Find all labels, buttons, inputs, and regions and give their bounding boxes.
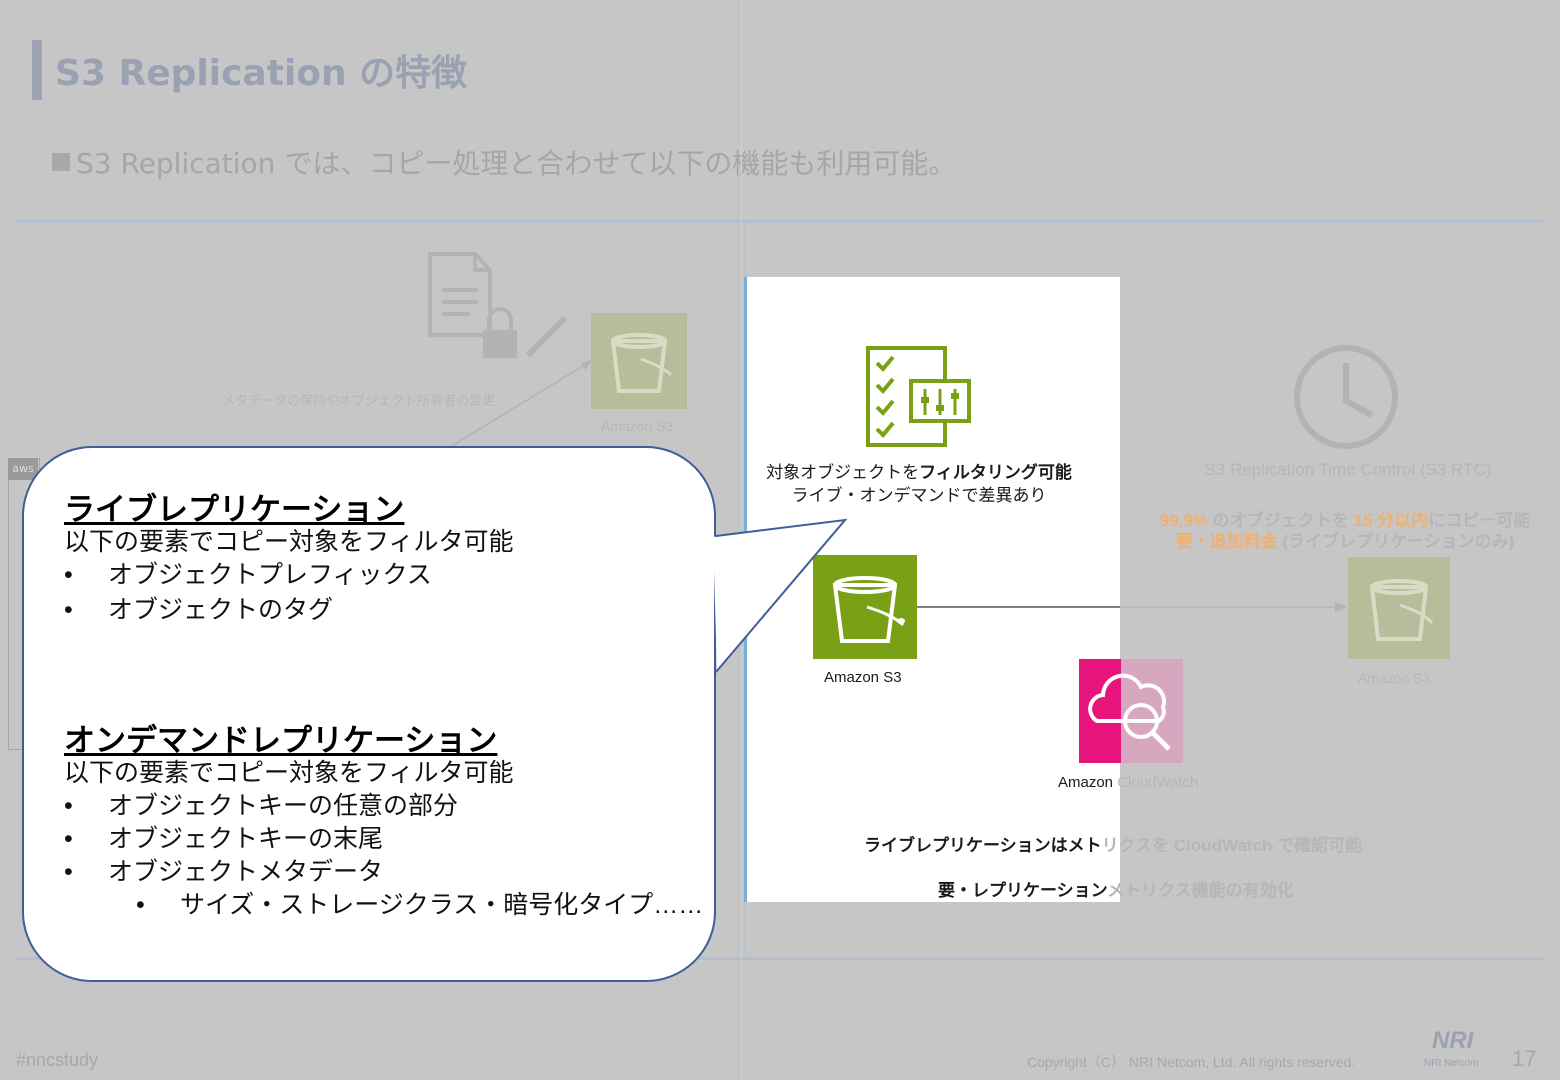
s3-label-destination: Amazon S3 (1358, 670, 1431, 686)
filter-line1: 対象オブジェクトをフィルタリング可能 (748, 458, 1090, 483)
rtc-line2: 要・追加料金 (ライブレプリケーションのみ) (1130, 527, 1560, 552)
rtc-fee: 要・追加料金 (1175, 532, 1278, 551)
cloudwatch-label-a: Amazon (1058, 774, 1118, 791)
nri-logo-sub: NRI Netcom (1424, 1058, 1479, 1069)
clock-icon (1294, 345, 1398, 449)
live-heading: ライブレプリケーション (64, 492, 405, 527)
ondemand-item: オブジェクトメタデータ (64, 856, 704, 889)
metrics-line-a: ライブレプリケーションはメト (864, 836, 1102, 855)
ondemand-item: オブジェクトキーの任意の部分 (64, 790, 704, 823)
top-divider (16, 220, 1544, 223)
connector-arrow (444, 360, 592, 451)
s3-bucket-icon-faded (591, 313, 687, 409)
metrics-line-b: リクスを CloudWatch で確認可能 (1101, 836, 1363, 855)
s3-bucket-icon-destination (1348, 557, 1450, 659)
live-item: オブジェクトのタグ (64, 594, 704, 627)
copyright: Copyright（C） NRI Netcom, Ltd. All rights… (1027, 1054, 1356, 1070)
ondemand-heading: オンデマンドレプリケーション (64, 723, 498, 758)
ondemand-item: オブジェクトキーの末尾 (64, 823, 704, 856)
subtitle: S3 Replication では、コピー処理と合わせて以下の機能も利用可能。 (52, 142, 956, 182)
live-item: オブジェクトプレフィックス (64, 559, 704, 592)
page-number: 17 (1512, 1046, 1537, 1071)
rtc-title: S3 Replication Time Control (S3 RTC) (1204, 460, 1492, 479)
filter-line2: ライブ・オンデマンドで差異あり (791, 486, 1047, 505)
square-bullet-icon (52, 153, 70, 171)
metrics-line: ライブレプリケーションはメトリクスを CloudWatch で確認可能 (864, 831, 1362, 856)
subtitle-text: S3 Replication では、コピー処理と合わせて以下の機能も利用可能。 (76, 147, 957, 180)
rtc-line2-end: (ライブレプリケーションのみ) (1277, 532, 1515, 551)
s3-label-faded: Amazon S3 (601, 418, 674, 434)
replication-arrow (917, 602, 1347, 612)
callout-tail (713, 518, 848, 673)
filter-checklist-icon (866, 346, 971, 447)
ondemand-subitem: サイズ・ストレージクラス・暗号化タイプ…… (64, 889, 704, 922)
callout-content: ライブレプリケーション 以下の要素でコピー対象をフィルタ可能 オブジェクトプレフ… (64, 493, 704, 922)
enable-line: 要・レプリケーションメトリクス機能の有効化 (938, 876, 1294, 901)
page-title: S3 Replication の特徴 (55, 53, 468, 94)
document-lock-pen-icon (428, 252, 568, 358)
cloudwatch-cloud-magnifier (1088, 673, 1171, 751)
title-accent-bar (32, 40, 42, 100)
cloudwatch-label-b: CloudWatch (1117, 774, 1199, 791)
ondemand-desc: 以下の要素でコピー対象をフィルタ可能 (64, 759, 514, 787)
nri-logo: NRI (1432, 1027, 1474, 1054)
filter-line1-b: フィルタリング可能 (919, 463, 1072, 482)
enable-line-a: 要・レプリケーション (938, 881, 1108, 900)
cloudwatch-label: Amazon CloudWatch (1058, 774, 1198, 791)
filter-line1-a: 対象オブジェクトを (766, 463, 920, 482)
enable-line-b: メトリクス機能の有効化 (1107, 881, 1294, 900)
hashtag: #nncstudy (16, 1050, 99, 1070)
live-desc: 以下の要素でコピー対象をフィルタ可能 (64, 528, 514, 556)
